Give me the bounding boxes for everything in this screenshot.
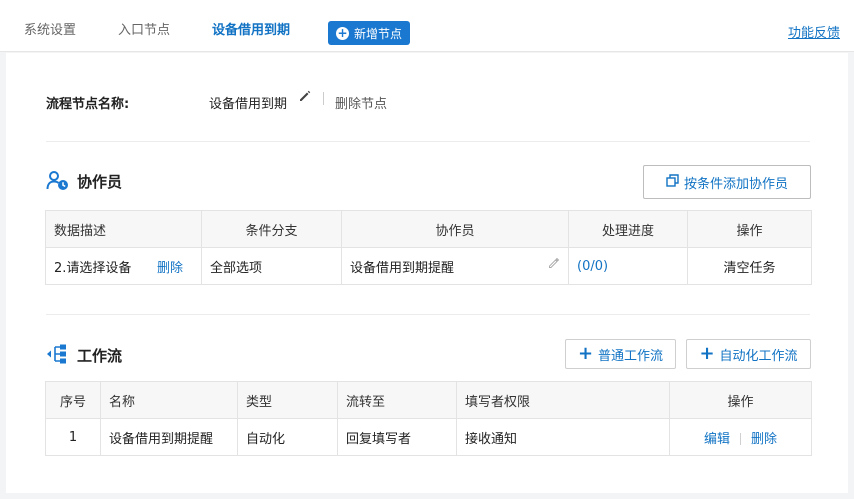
table-header-row: 数据描述 条件分支 协作员 处理进度 操作 (45, 210, 812, 248)
edit-pencil-icon[interactable] (298, 89, 312, 103)
delete-node-link[interactable]: 删除节点 (335, 93, 387, 112)
collaborator-icon (46, 170, 70, 192)
workflow-actions-cell: 编辑 删除 (669, 418, 812, 456)
column-header: 协作员 (341, 210, 569, 248)
column-header: 流转至 (337, 381, 457, 419)
plus-icon: + (577, 343, 594, 364)
column-header: 数据描述 (45, 210, 202, 248)
tab-system-settings[interactable]: 系统设置 (24, 22, 76, 40)
automation-workflow-button[interactable]: + 自动化工作流 (686, 339, 811, 369)
section-divider (46, 314, 810, 315)
node-settings-panel: 流程节点名称: 设备借用到期 删除节点 协作员 按条件添加协作员 数据描述 条件… (6, 53, 848, 493)
progress-link[interactable]: (0/0) (577, 259, 608, 274)
column-header: 处理进度 (568, 210, 688, 248)
collaborator-cell[interactable]: 设备借用到期提醒 (341, 247, 569, 285)
node-name-label: 流程节点名称: (46, 97, 130, 112)
progress-cell[interactable]: (0/0) (568, 247, 688, 285)
column-header: 类型 (237, 381, 338, 419)
clear-tasks-link[interactable]: 清空任务 (723, 261, 775, 276)
window-add-icon (666, 173, 679, 191)
automation-workflow-label: 自动化工作流 (719, 348, 798, 364)
table-header-row: 序号 名称 类型 流转至 填写者权限 操作 (45, 381, 812, 419)
edit-collaborator-icon[interactable] (548, 257, 560, 272)
tab-device-borrow-expiry[interactable]: 设备借用到期 (212, 22, 290, 40)
delete-workflow-link[interactable]: 删除 (751, 432, 777, 447)
table-row: 2.请选择设备 删除 全部选项 设备借用到期提醒 (0/0) 清空任务 (45, 247, 812, 285)
workflow-table: 序号 名称 类型 流转至 填写者权限 操作 1 设备借用到期提醒 自动化 回复填… (45, 381, 812, 456)
node-name-value: 设备借用到期 (209, 97, 288, 112)
flow-to-cell: 回复填写者 (337, 418, 457, 456)
table-row: 1 设备借用到期提醒 自动化 回复填写者 接收通知 编辑 删除 (45, 418, 812, 456)
top-navigation-bar: 系统设置 入口节点 设备借用到期 + 新增节点 功能反馈 (0, 0, 854, 52)
name-separator (323, 92, 324, 105)
edit-workflow-link[interactable]: 编辑 (704, 432, 730, 447)
delete-description-link[interactable]: 删除 (157, 257, 183, 276)
workflow-title: 工作流 (77, 347, 123, 365)
plus-icon: + (699, 343, 715, 364)
add-node-button[interactable]: + 新增节点 (328, 21, 410, 45)
column-header: 序号 (45, 381, 101, 419)
plus-circle-icon: + (335, 25, 349, 40)
column-header: 名称 (100, 381, 238, 419)
clear-tasks-cell[interactable]: 清空任务 (687, 247, 812, 285)
section-divider (46, 141, 810, 142)
feedback-link[interactable]: 功能反馈 (788, 22, 840, 41)
action-separator (740, 433, 741, 445)
collaborators-title: 协作员 (77, 173, 123, 191)
index-cell: 1 (45, 418, 101, 456)
condition-branch-cell: 全部选项 (201, 247, 342, 285)
column-header: 条件分支 (201, 210, 342, 248)
collaborator-name: 设备借用到期提醒 (350, 260, 455, 276)
data-description-text: 2.请选择设备 (54, 260, 132, 276)
filler-permission-cell: 接收通知 (456, 418, 670, 456)
workflow-name-cell: 设备借用到期提醒 (100, 418, 238, 456)
column-header: 填写者权限 (456, 381, 670, 419)
column-header: 操作 (669, 381, 812, 419)
add-collaborator-button[interactable]: 按条件添加协作员 (643, 165, 811, 199)
data-description-cell: 2.请选择设备 删除 (45, 247, 202, 285)
add-node-label: 新增节点 (353, 26, 402, 41)
tab-entry-node[interactable]: 入口节点 (118, 22, 170, 40)
workflow-type-cell: 自动化 (237, 418, 338, 456)
normal-workflow-label: 普通工作流 (598, 348, 664, 364)
normal-workflow-button[interactable]: + 普通工作流 (565, 339, 676, 369)
column-header: 操作 (687, 210, 812, 248)
workflow-tree-icon (46, 344, 68, 364)
add-collaborator-label: 按条件添加协作员 (683, 176, 788, 192)
collaborators-table: 数据描述 条件分支 协作员 处理进度 操作 2.请选择设备 删除 全部选项 设备… (45, 210, 812, 285)
